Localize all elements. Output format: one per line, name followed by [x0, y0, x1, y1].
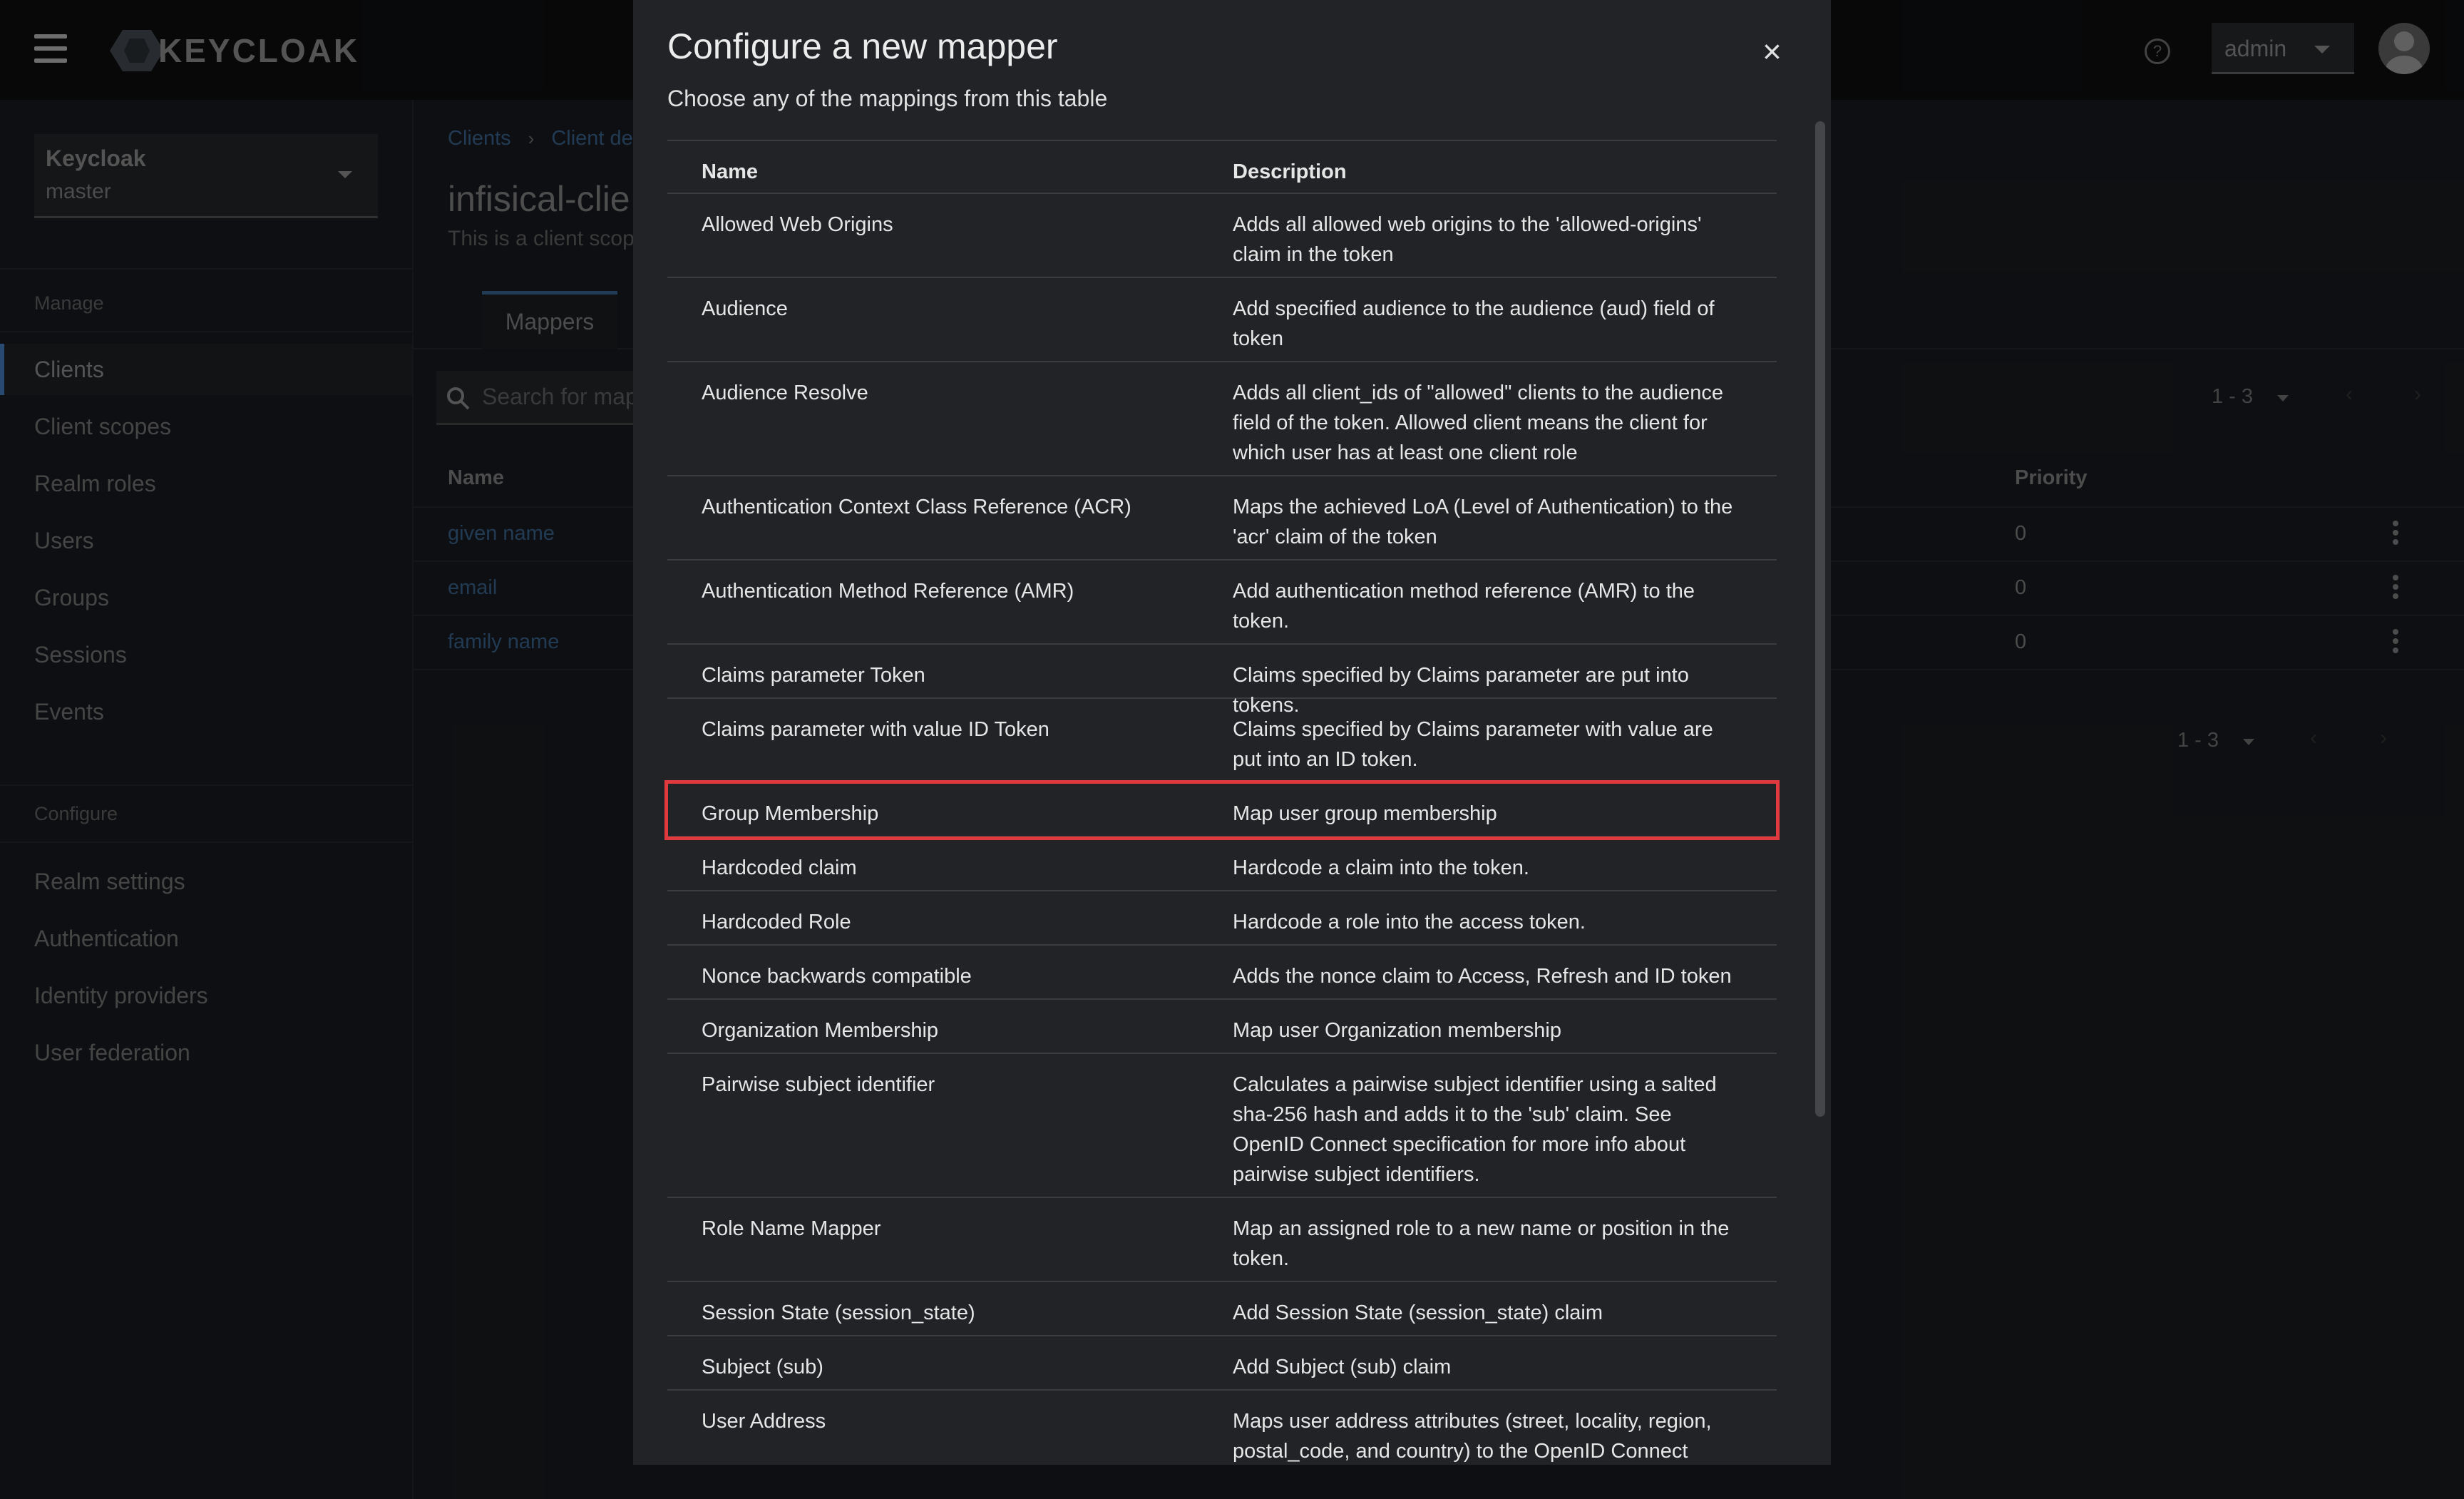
mapper-description: Add Subject (sub) claim — [1233, 1356, 1452, 1378]
mapper-name[interactable]: Authentication Context Class Reference (… — [702, 492, 1215, 522]
table-row[interactable]: Pairwise subject identifier Calculates a… — [667, 1054, 1777, 1198]
table-row[interactable]: Session State (session_state) Add Sessio… — [667, 1282, 1777, 1336]
table-row[interactable]: Claims parameter with value ID Token Cla… — [667, 699, 1777, 783]
mapper-description: Adds all client_ids of "allowed" clients… — [1233, 382, 1723, 464]
configure-mapper-modal: Configure a new mapper Choose any of the… — [633, 0, 1831, 1465]
mapper-name[interactable]: Subject (sub) — [702, 1352, 1215, 1382]
mapper-description: Map user Organization membership — [1233, 1019, 1561, 1042]
mapper-name[interactable]: Nonce backwards compatible — [702, 961, 1215, 991]
table-row[interactable]: Audience Add specified audience to the a… — [667, 278, 1777, 362]
mapper-name[interactable]: Claims parameter Token — [702, 660, 1215, 690]
mapper-name[interactable]: Claims parameter with value ID Token — [702, 715, 1215, 745]
mapper-description: Hardcode a role into the access token. — [1233, 911, 1586, 933]
table-row[interactable]: Audience Resolve Adds all client_ids of … — [667, 362, 1777, 476]
mapper-name[interactable]: Allowed Web Origins — [702, 210, 1215, 240]
table-row[interactable]: Authentication Context Class Reference (… — [667, 476, 1777, 561]
mapper-description: Add specified audience to the audience (… — [1233, 297, 1715, 350]
mapper-description: Adds the nonce claim to Access, Refresh … — [1233, 965, 1732, 988]
table-row[interactable]: Authentication Method Reference (AMR) Ad… — [667, 561, 1777, 645]
mapper-description: Add Session State (session_state) claim — [1233, 1301, 1603, 1324]
mapper-description: Add authentication method reference (AMR… — [1233, 580, 1695, 633]
mapper-name[interactable]: User Address — [702, 1406, 1215, 1436]
mapper-name[interactable]: Hardcoded claim — [702, 853, 1215, 883]
table-row[interactable]: Hardcoded Role Hardcode a role into the … — [667, 891, 1777, 946]
mapper-name[interactable]: Audience Resolve — [702, 378, 1215, 408]
modal-description: Choose any of the mappings from this tab… — [667, 86, 1108, 111]
close-icon[interactable]: × — [1762, 35, 1782, 68]
table-row[interactable]: Claims parameter Token Claims specified … — [667, 645, 1777, 717]
table-row[interactable]: Hardcoded claim Hardcode a claim into th… — [667, 837, 1777, 891]
mapper-name[interactable]: Role Name Mapper — [702, 1214, 1215, 1244]
column-header-description: Description — [1233, 160, 1347, 183]
table-header-row: Name Description — [667, 140, 1777, 194]
mapper-name[interactable]: Pairwise subject identifier — [702, 1070, 1215, 1100]
table-row[interactable]: Subject (sub) Add Subject (sub) claim — [667, 1336, 1777, 1391]
table-row[interactable]: Role Name Mapper Map an assigned role to… — [667, 1198, 1777, 1282]
mapper-name[interactable]: Group Membership — [702, 799, 1215, 829]
mapper-table: Name Description Allowed Web Origins Add… — [664, 140, 1780, 1465]
table-row[interactable]: Organization Membership Map user Organiz… — [667, 1000, 1777, 1054]
mapper-description: Map an assigned role to a new name or po… — [1233, 1217, 1730, 1270]
mapper-description: Maps user address attributes (street, lo… — [1233, 1410, 1712, 1463]
mapper-description: Maps the achieved LoA (Level of Authenti… — [1233, 496, 1733, 548]
mapper-name[interactable]: Audience — [702, 294, 1215, 324]
mapper-description: Hardcode a claim into the token. — [1233, 856, 1529, 879]
mapper-description: Map user group membership — [1233, 802, 1497, 825]
mapper-description: Claims specified by Claims parameter wit… — [1233, 718, 1713, 771]
table-row-highlighted[interactable]: Group Membership Map user group membersh… — [664, 780, 1780, 840]
mapper-name[interactable]: Hardcoded Role — [702, 907, 1215, 937]
table-row[interactable]: Nonce backwards compatible Adds the nonc… — [667, 946, 1777, 1000]
modal-title: Configure a new mapper — [667, 26, 1058, 66]
mapper-description: Calculates a pairwise subject identifier… — [1233, 1073, 1717, 1186]
mapper-name[interactable]: Authentication Method Reference (AMR) — [702, 576, 1215, 606]
column-header-name: Name — [702, 160, 758, 183]
mapper-description: Adds all allowed web origins to the 'all… — [1233, 213, 1702, 266]
table-row[interactable]: User Address Maps user address attribute… — [667, 1391, 1777, 1465]
table-row[interactable]: Allowed Web Origins Adds all allowed web… — [667, 194, 1777, 278]
scrollbar-thumb[interactable] — [1815, 121, 1825, 1117]
mapper-name[interactable]: Session State (session_state) — [702, 1298, 1215, 1328]
mapper-name[interactable]: Organization Membership — [702, 1015, 1215, 1045]
